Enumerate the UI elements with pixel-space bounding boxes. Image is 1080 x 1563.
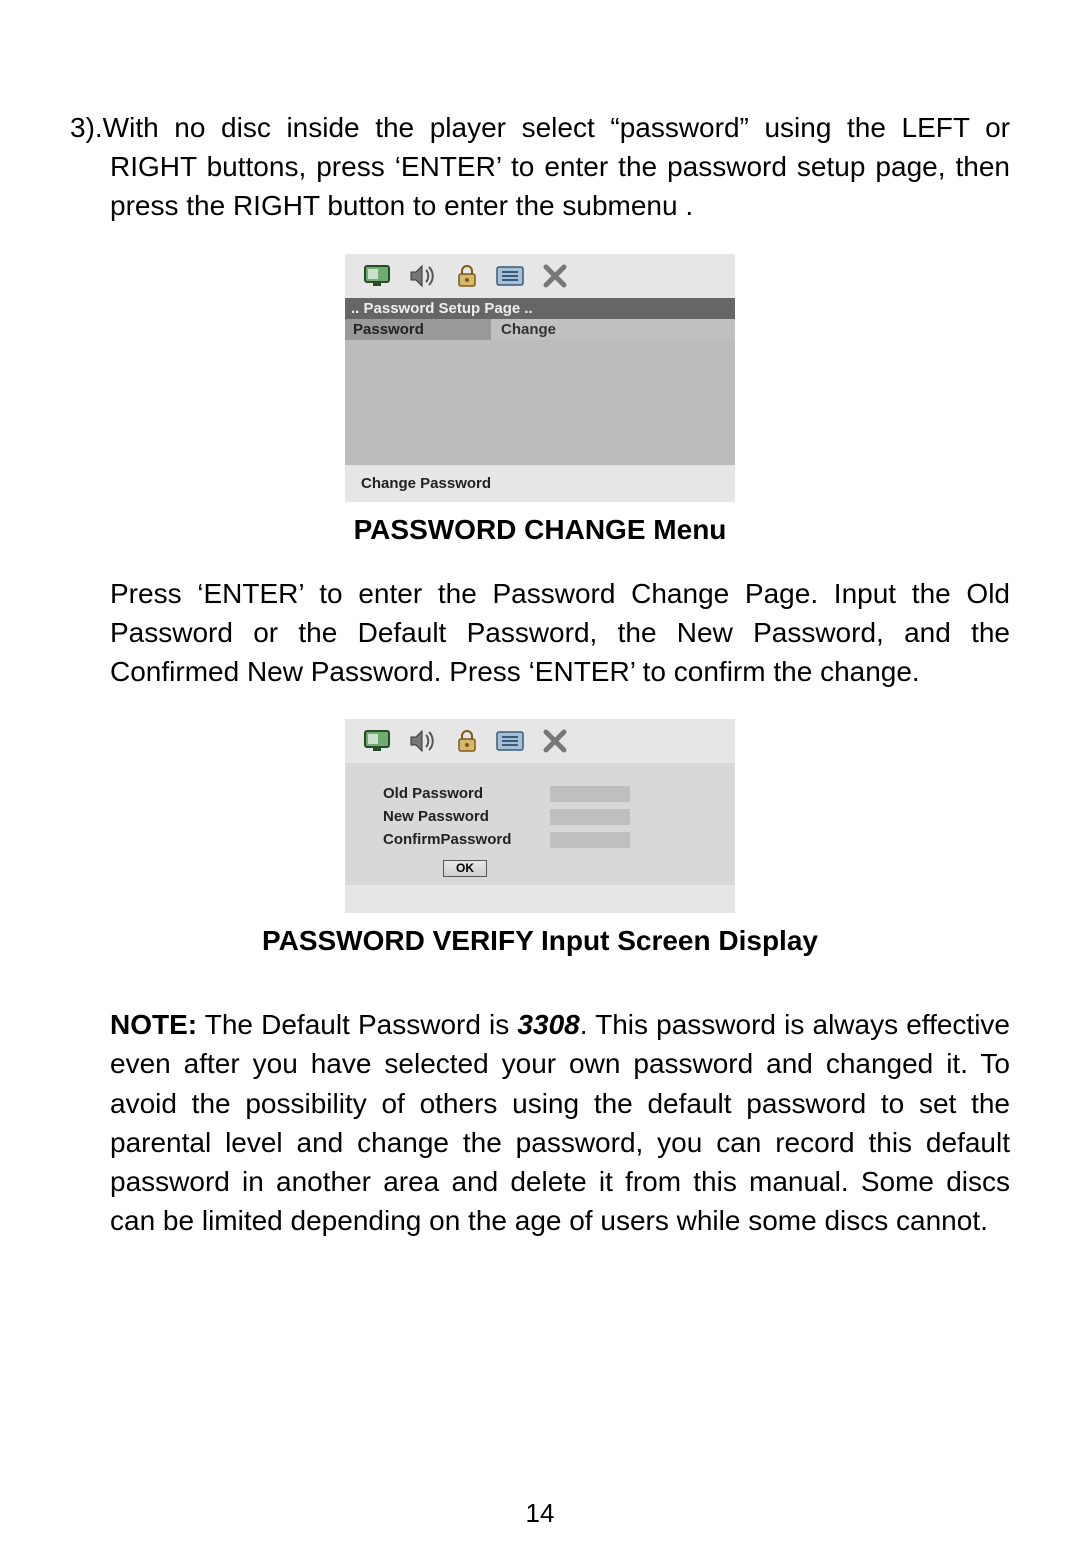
monitor-icon: [361, 261, 397, 291]
close-icon: [537, 261, 573, 291]
password-setup-screenshot: .. Password Setup Page .. Password Chang…: [345, 254, 735, 502]
speaker-icon: [405, 261, 441, 291]
password-change-paragraph: Press ‘ENTER’ to enter the Password Chan…: [70, 574, 1010, 692]
osd-title-strip: .. Password Setup Page ..: [345, 298, 735, 319]
ok-button[interactable]: OK: [443, 860, 487, 877]
new-password-label: New Password: [383, 808, 538, 825]
osd-icon-bar: [345, 254, 735, 298]
row-value: Change: [491, 319, 735, 340]
password-form: Old Password New Password ConfirmPasswor…: [345, 763, 735, 885]
note-prefix: The Default Password is: [197, 1009, 517, 1040]
caption-password-verify: PASSWORD VERIFY Input Screen Display: [70, 925, 1010, 957]
confirm-password-field[interactable]: [550, 832, 630, 848]
password-verify-screenshot: Old Password New Password ConfirmPasswor…: [345, 719, 735, 913]
row-label: Password: [345, 319, 491, 340]
osd-highlighted-row: Password Change: [345, 319, 735, 340]
preferences-icon: [493, 261, 529, 291]
old-password-label: Old Password: [383, 785, 538, 802]
caption-password-change-menu: PASSWORD CHANGE Menu: [70, 514, 1010, 546]
note-label: NOTE:: [110, 1009, 197, 1040]
default-password-value: 3308: [517, 1009, 579, 1040]
step-3-text: 3).With no disc inside the player select…: [70, 108, 1010, 226]
preferences-icon: [493, 726, 529, 756]
osd-footer-hint: Change Password: [345, 465, 735, 502]
page-number: 14: [0, 1498, 1080, 1529]
note-suffix: . This password is always effective even…: [110, 1009, 1010, 1236]
old-password-field[interactable]: [550, 786, 630, 802]
lock-icon: [449, 726, 485, 756]
speaker-icon: [405, 726, 441, 756]
note-paragraph: NOTE: The Default Password is 3308. This…: [70, 1005, 1010, 1240]
close-icon: [537, 726, 573, 756]
new-password-field[interactable]: [550, 809, 630, 825]
osd-footer-blank: [345, 885, 735, 913]
osd-body: [345, 340, 735, 465]
lock-icon: [449, 261, 485, 291]
osd-icon-bar: [345, 719, 735, 763]
monitor-icon: [361, 726, 397, 756]
confirm-password-label: ConfirmPassword: [383, 831, 538, 848]
